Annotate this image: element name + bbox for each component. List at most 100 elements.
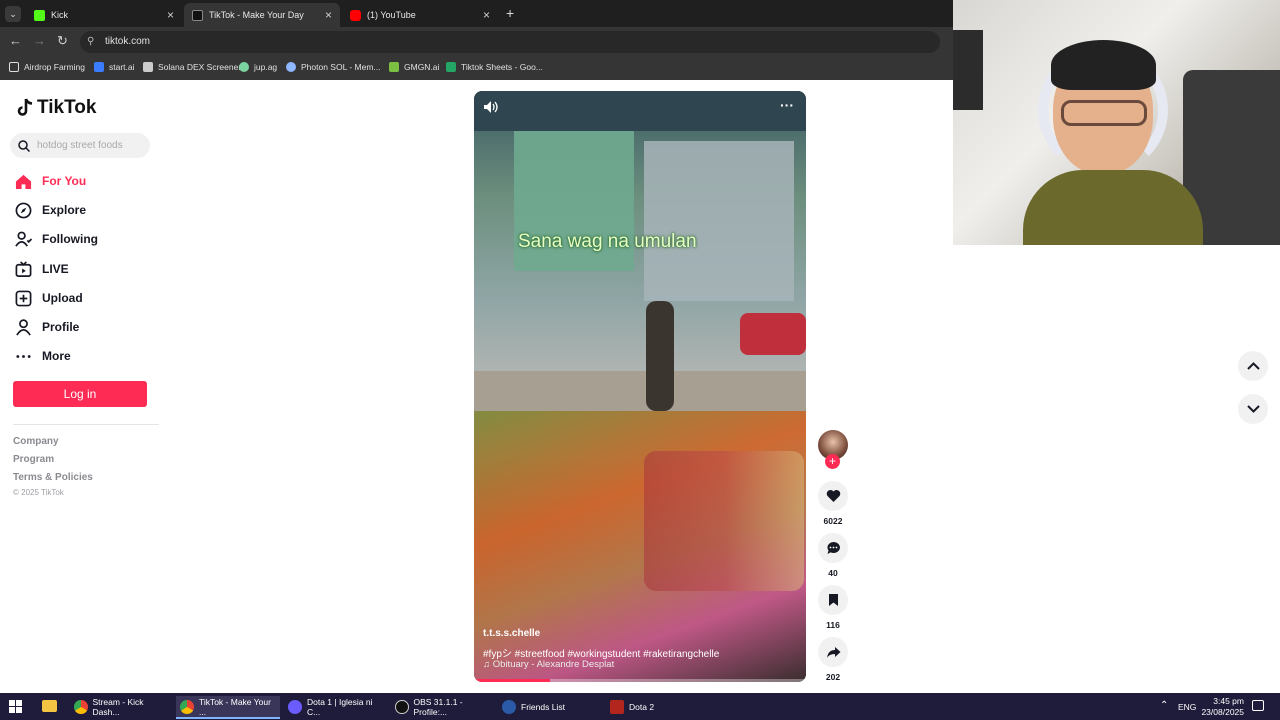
back-button[interactable]: ← (9, 33, 22, 48)
close-tab-icon[interactable]: × (483, 8, 490, 22)
share-icon (826, 646, 840, 658)
tab-title: TikTok - Make Your Day (209, 10, 304, 20)
address-bar[interactable]: ⚲ tiktok.com (80, 31, 940, 53)
music-note-icon: ♫ (483, 659, 493, 670)
volume-icon[interactable] (483, 100, 499, 114)
bookmark-photon[interactable]: Photon SOL - Mem... (286, 60, 381, 74)
following-icon (15, 231, 32, 247)
video-progress-track[interactable] (474, 679, 806, 682)
nav-upload[interactable]: Upload (15, 288, 83, 308)
close-tab-icon[interactable]: × (167, 8, 174, 22)
nav-for-you[interactable]: For You (15, 171, 86, 191)
follow-button[interactable]: + (825, 454, 840, 469)
bookmark-tiktok-sheets[interactable]: Tiktok Sheets - Goo... (446, 60, 543, 74)
bookmark-button[interactable] (818, 585, 848, 615)
tab-title: (1) YouTube (367, 10, 416, 20)
taskbar-item-friends[interactable]: Friends List (498, 696, 602, 717)
file-explorer-button[interactable] (42, 700, 57, 712)
footer-company[interactable]: Company (13, 436, 59, 447)
forward-button[interactable]: → (33, 33, 46, 48)
next-video-button[interactable] (1238, 394, 1268, 424)
active-app-indicator (176, 717, 280, 719)
nav-more[interactable]: More (15, 346, 71, 366)
clock[interactable]: 3:45 pm 23/08/2025 (1200, 696, 1244, 718)
profile-icon (16, 318, 31, 336)
tab-youtube[interactable]: (1) YouTube × (342, 3, 498, 27)
bookmark-solana-dex[interactable]: Solana DEX Screener (143, 60, 241, 74)
taskbar-item-obs[interactable]: OBS 31.1.1 - Profile:... (391, 696, 495, 717)
bookmark-count: 116 (826, 620, 840, 630)
site-info-icon[interactable]: ⚲ (87, 31, 94, 53)
bookmark-start-ai[interactable]: start.ai (94, 60, 135, 74)
kick-icon (34, 9, 45, 21)
chevron-down-icon (1246, 405, 1260, 413)
webcam-monitor (953, 30, 983, 110)
taskbar-item-kick[interactable]: Stream - Kick Dash... (70, 696, 170, 717)
previous-video-button[interactable] (1238, 351, 1268, 381)
video-scene-awning (474, 91, 806, 131)
taskbar-label: Dota 2 (629, 701, 655, 712)
nav-explore[interactable]: Explore (15, 200, 86, 220)
bookmark-label: jup.ag (254, 62, 278, 72)
copyright: © 2025 TikTok (13, 488, 64, 497)
search-input[interactable]: hotdog street foods (10, 133, 150, 158)
clock-date: 23/08/2025 (1201, 707, 1244, 717)
video-more-options-icon[interactable]: ··· (780, 97, 794, 113)
taskbar-label: OBS 31.1.1 - Profile:... (413, 696, 463, 717)
video-scene-bottles (644, 451, 804, 591)
tray-overflow-icon[interactable]: ⌃ (1160, 700, 1168, 711)
tab-tiktok[interactable]: TikTok - Make Your Day × (184, 3, 340, 27)
close-tab-icon[interactable]: × (325, 8, 332, 22)
taskbar-item-dota2[interactable]: Dota 2 (606, 696, 710, 717)
nav-following[interactable]: Following (15, 229, 98, 249)
sidebar-divider (13, 424, 159, 425)
nav-live[interactable]: LIVE (15, 259, 69, 279)
bookmark-gmgn[interactable]: GMGN.ai (389, 60, 439, 74)
login-button[interactable]: Log in (13, 381, 147, 407)
nav-label: More (42, 349, 71, 363)
bookmark-label: Airdrop Farming (24, 62, 85, 72)
webcam-overlay (953, 0, 1280, 245)
footer-terms[interactable]: Terms & Policies (13, 472, 93, 483)
gmgn-icon (389, 62, 399, 72)
video-player[interactable]: Sana wag na umulan ··· t.t.s.s.chelle #f… (474, 91, 806, 682)
jupiter-icon (239, 62, 249, 72)
video-scene-car (740, 313, 806, 355)
like-button[interactable] (818, 481, 848, 511)
bookmark-icon (828, 594, 838, 606)
steam-icon (502, 699, 516, 714)
live-icon (15, 260, 32, 277)
tab-search-button[interactable]: ⌄ (5, 6, 21, 22)
footer-program[interactable]: Program (13, 454, 54, 465)
input-language[interactable]: ENG (1178, 702, 1196, 712)
nav-label: Explore (42, 203, 87, 217)
nav-label: Following (42, 232, 98, 246)
video-scene-building (644, 141, 794, 301)
nav-label: Upload (42, 291, 83, 305)
share-button[interactable] (818, 637, 848, 667)
tab-kick[interactable]: Kick × (26, 3, 182, 27)
bookmark-label: Photon SOL - Mem... (301, 62, 381, 72)
video-music[interactable]: ♫ Obituary - Alexandre Desplat (483, 659, 614, 670)
new-tab-button[interactable]: + (506, 5, 514, 21)
video-overlay-text: Sana wag na umulan (518, 231, 697, 252)
tiktok-icon (192, 9, 203, 21)
taskbar-label: Dota 1 | Iglesia ni C... (306, 696, 373, 717)
video-caption[interactable]: #fypシ #streetfood #workingstudent #raket… (483, 645, 719, 660)
bookmark-airdrop-farming[interactable]: Airdrop Farming (9, 60, 85, 74)
dex-screener-icon (143, 62, 153, 72)
video-author[interactable]: t.t.s.s.chelle (483, 628, 540, 639)
comment-icon (826, 542, 840, 554)
bookmark-jup-ag[interactable]: jup.ag (239, 60, 277, 74)
notification-icon[interactable] (1252, 700, 1264, 711)
taskbar-item-dota1[interactable]: Dota 1 | Iglesia ni C... (284, 696, 388, 717)
nav-profile[interactable]: Profile (15, 317, 79, 337)
start-button[interactable] (9, 700, 22, 713)
sheets-icon (446, 62, 456, 72)
upload-icon (15, 290, 32, 306)
taskbar-item-tiktok[interactable]: TikTok - Make Your ... (176, 696, 280, 717)
reload-button[interactable]: ↻ (57, 33, 68, 49)
webcam-glasses (1061, 100, 1147, 126)
comment-button[interactable] (818, 533, 848, 563)
tiktok-logo[interactable]: TikTok (16, 97, 96, 119)
